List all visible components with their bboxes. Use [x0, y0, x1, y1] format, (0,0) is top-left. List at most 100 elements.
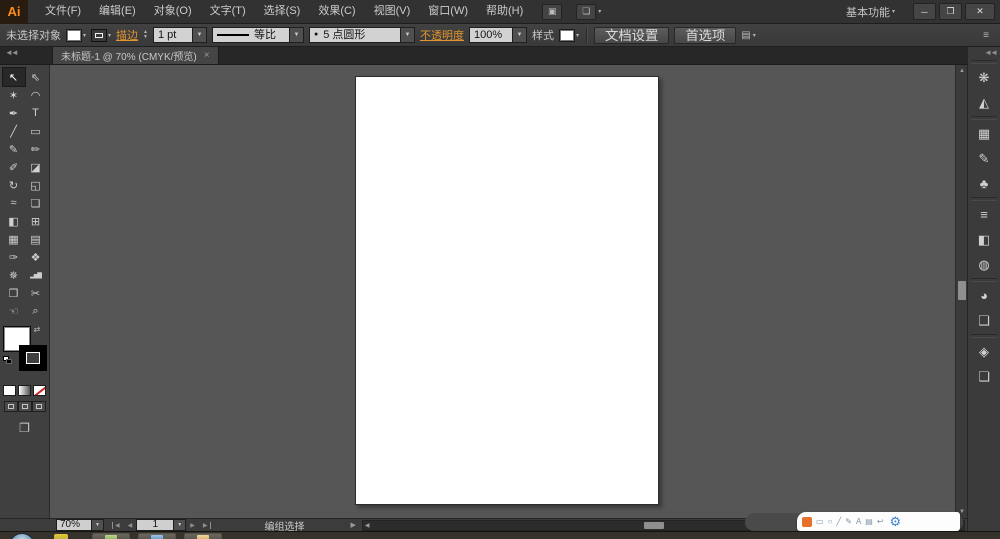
menu-help[interactable]: 帮助(H) [477, 0, 532, 23]
opacity-value[interactable]: 100% [468, 27, 513, 43]
capture-rect-icon[interactable]: ▭ [816, 517, 824, 526]
gradient-mode-button[interactable] [18, 385, 31, 396]
tool-scale[interactable]: ◱ [25, 176, 47, 194]
arrange-documents-button[interactable]: ❏ ▾ [576, 3, 601, 20]
taskbar-icon[interactable] [54, 534, 68, 539]
tool-line-segment[interactable]: ╱ [3, 122, 25, 140]
horizontal-scroll-thumb[interactable] [643, 521, 664, 529]
tool-symbol-sprayer[interactable]: ✵ [3, 266, 25, 284]
tool-gradient[interactable]: ▤ [25, 230, 47, 248]
document-tab[interactable]: 未标题-1 @ 70% (CMYK/预览) × [52, 47, 219, 64]
bridge-icon[interactable]: ▣ [542, 3, 563, 20]
menu-object[interactable]: 对象(O) [145, 0, 201, 23]
stroke-weight-stepper[interactable]: ▲ ▼ [143, 30, 148, 40]
menu-edit[interactable]: 编辑(E) [90, 0, 145, 23]
none-mode-button[interactable] [33, 385, 46, 396]
first-artboard-icon[interactable]: ◀ [112, 521, 124, 529]
zoom-combo[interactable]: 70% ▼ [56, 519, 104, 531]
panel-stroke[interactable]: ≡ [968, 202, 1000, 227]
close-button[interactable]: ✕ [965, 3, 995, 20]
tool-magic-wand[interactable]: ✶ [3, 86, 25, 104]
chevron-down-icon[interactable]: ▼ [174, 519, 187, 531]
tool-eraser[interactable]: ◪ [25, 158, 47, 176]
panel-transparency[interactable]: ◍ [968, 252, 1000, 277]
control-panel-menu-icon[interactable]: ≡ [983, 30, 994, 41]
artboard-navigation-combo[interactable]: 1 ▼ [136, 519, 187, 531]
tool-zoom[interactable]: ⌕ [25, 302, 47, 320]
status-flyout-icon[interactable]: ▶ [351, 521, 356, 529]
capture-mosaic-icon[interactable]: ▤ [865, 517, 873, 526]
restore-button[interactable]: ❐ [939, 3, 962, 20]
draw-inside-button[interactable] [31, 401, 46, 412]
tool-rectangle[interactable]: ▭ [25, 122, 47, 140]
tool-eyedropper[interactable]: ✑ [3, 248, 25, 266]
tool-hand[interactable]: ☜ [3, 302, 25, 320]
vertical-scroll-thumb[interactable] [958, 281, 966, 300]
panel-layers[interactable]: ◈ [968, 339, 1000, 364]
fill-color-picker[interactable]: ▾ [66, 28, 86, 42]
capture-brand-icon[interactable] [802, 516, 812, 527]
brush-definition-combo[interactable]: ● 5 点圆形 ▼ [308, 27, 415, 43]
stroke-weight-value[interactable]: 1 pt [152, 27, 193, 43]
menu-type[interactable]: 文字(T) [201, 0, 255, 23]
dock-collapse-icon[interactable]: ◄◄ [968, 47, 1000, 59]
capture-text-icon[interactable]: A [856, 517, 861, 526]
tool-pen[interactable]: ✒ [3, 104, 25, 122]
close-tab-icon[interactable]: × [204, 50, 210, 61]
chevron-down-icon[interactable]: ▼ [400, 27, 415, 43]
capture-ellipse-icon[interactable]: ○ [828, 517, 833, 526]
tool-blend[interactable]: ❖ [25, 248, 47, 266]
tool-free-transform[interactable]: ❏ [25, 194, 47, 212]
panel-gradient[interactable]: ◧ [968, 227, 1000, 252]
taskbar-app-button[interactable] [138, 533, 176, 539]
panel-artboards[interactable]: ❏ [968, 364, 1000, 389]
swap-fill-stroke-icon[interactable]: ⇄ [34, 325, 41, 334]
chevron-down-icon[interactable]: ▼ [512, 27, 527, 43]
tool-perspective-grid[interactable]: ⊞ [25, 212, 47, 230]
draw-behind-button[interactable] [17, 401, 32, 412]
capture-line-icon[interactable]: ╱ [836, 517, 841, 526]
start-button[interactable] [9, 533, 35, 539]
minimize-button[interactable]: ─ [913, 3, 936, 20]
tool-mesh[interactable]: ▦ [3, 230, 25, 248]
zoom-level-value[interactable]: 70% [56, 519, 92, 531]
tool-type[interactable]: T [25, 104, 47, 122]
panel-symbols[interactable]: ♣ [968, 171, 1000, 196]
tool-direct-selection[interactable]: ⇖ [25, 68, 47, 86]
tool-blob-brush[interactable]: ✐ [3, 158, 25, 176]
tool-selection[interactable]: ↖ [2, 68, 25, 86]
capture-undo-icon[interactable]: ↩ [877, 517, 884, 526]
opacity-combo[interactable]: 100% ▼ [468, 27, 527, 43]
scroll-left-icon[interactable]: ◀ [365, 521, 370, 530]
canvas-area[interactable] [50, 65, 955, 518]
preferences-button[interactable]: 首选项 [674, 26, 737, 44]
chevron-down-icon[interactable]: ▼ [192, 27, 207, 43]
tool-column-graph[interactable]: ▂▅▇ [25, 266, 47, 284]
menu-file[interactable]: 文件(F) [36, 0, 90, 23]
tool-lasso[interactable]: ◠ [25, 86, 47, 104]
previous-artboard-icon[interactable]: ◀ [124, 522, 137, 529]
taskbar-app-button[interactable] [92, 533, 130, 539]
menu-view[interactable]: 视图(V) [365, 0, 420, 23]
panel-graphic-styles[interactable]: ❑ [968, 308, 1000, 333]
last-artboard-icon[interactable]: ▶ [199, 521, 211, 529]
document-setup-button[interactable]: 文档设置 [594, 26, 670, 44]
panel-color[interactable]: ❋ [968, 65, 1000, 90]
toolbar-collapse-icon[interactable]: ◄◄ [0, 47, 52, 64]
default-fill-stroke-icon[interactable] [2, 356, 13, 365]
tool-paintbrush[interactable]: ✎ [3, 140, 25, 158]
panel-brushes[interactable]: ✎ [968, 146, 1000, 171]
artboard-number-value[interactable]: 1 [136, 519, 175, 531]
tool-artboard[interactable]: ❐ [3, 284, 25, 302]
tool-rotate[interactable]: ↻ [3, 176, 25, 194]
capture-pen-icon[interactable]: ✎ [845, 517, 852, 526]
tool-shape-builder[interactable]: ◧ [3, 212, 25, 230]
draw-normal-button[interactable] [3, 401, 18, 412]
style-picker[interactable]: ▾ [558, 28, 579, 42]
stroke-color-picker[interactable]: ▾ [91, 28, 111, 42]
tool-slice[interactable]: ✂ [25, 284, 47, 302]
gear-icon[interactable]: ⚙ [890, 514, 902, 530]
screen-mode-button[interactable]: ❐ [0, 421, 49, 435]
next-artboard-icon[interactable]: ▶ [186, 522, 199, 529]
stroke-color-box[interactable] [18, 345, 47, 371]
